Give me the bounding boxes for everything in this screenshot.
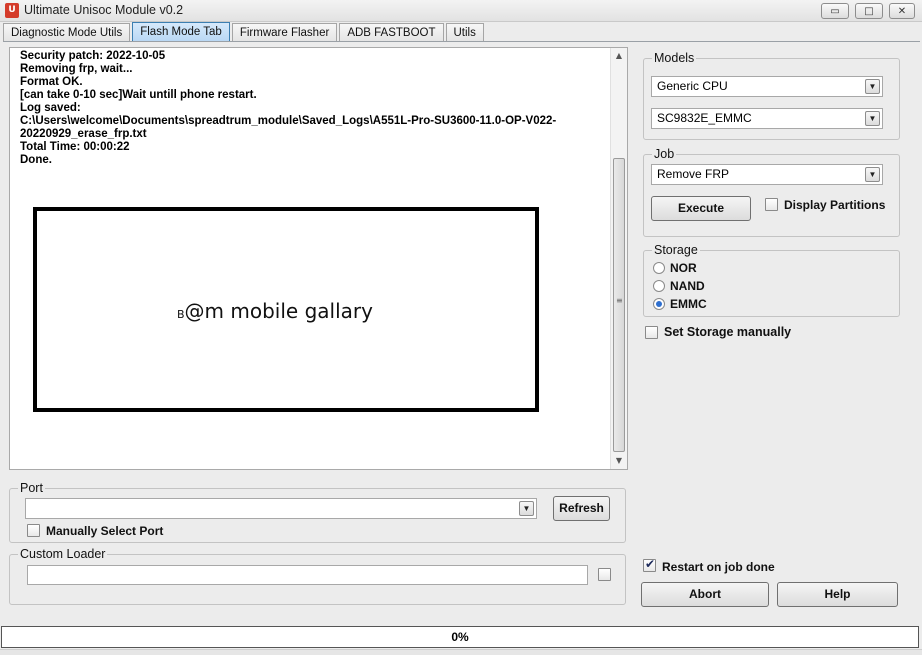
log-line: C:\Users\welcome\Documents\spreadtrum_mo…: [20, 115, 557, 127]
watermark-label: @m mobile gallary: [184, 299, 373, 323]
log-line: [can take 0-10 sec]Wait untill phone res…: [20, 89, 257, 101]
log-line: 20220929_erase_frp.txt: [20, 128, 147, 140]
log-line: Done.: [20, 154, 52, 166]
restart-on-job-done-label: Restart on job done: [662, 560, 775, 574]
job-select-value: Remove FRP: [657, 167, 730, 181]
models-legend: Models: [654, 51, 695, 65]
log-line: Log saved:: [20, 102, 81, 114]
watermark-box: B@m mobile gallary: [33, 207, 539, 412]
chevron-down-icon[interactable]: ▼: [519, 501, 534, 516]
log-text: Security patch: 2022-10-05 Removing frp,…: [20, 50, 556, 167]
tab-flash-mode[interactable]: Flash Mode Tab: [132, 22, 230, 42]
port-legend: Port: [20, 481, 43, 495]
custom-loader-input[interactable]: [27, 565, 588, 585]
tab-strip: Diagnostic Mode Utils Flash Mode Tab Fir…: [3, 22, 486, 42]
cpu-select[interactable]: Generic CPU ▼: [651, 76, 883, 97]
storage-label-nor: NOR: [670, 261, 697, 275]
custom-loader-legend: Custom Loader: [20, 547, 106, 561]
app-logo-icon: U: [5, 3, 19, 18]
storage-label-nand: NAND: [670, 279, 705, 293]
arrow-down-icon[interactable]: ▼: [611, 453, 627, 469]
tab-adb-fastboot[interactable]: ADB FASTBOOT: [339, 23, 444, 42]
job-legend: Job: [654, 147, 675, 161]
arrow-up-icon[interactable]: ▲: [611, 48, 627, 64]
display-partitions-checkbox[interactable]: [765, 198, 778, 211]
storage-radio-nand[interactable]: [653, 280, 665, 292]
chip-select[interactable]: SC9832E_EMMC ▼: [651, 108, 883, 129]
chip-select-value: SC9832E_EMMC: [657, 111, 752, 125]
set-storage-manually-checkbox[interactable]: [645, 326, 658, 339]
restart-on-job-done-checkbox[interactable]: [643, 557, 656, 572]
tab-diagnostic-mode-utils[interactable]: Diagnostic Mode Utils: [3, 23, 131, 42]
progress-text: 0%: [451, 630, 469, 644]
watermark-text: B@m mobile gallary: [177, 299, 373, 323]
refresh-button[interactable]: Refresh: [553, 496, 610, 521]
log-line: Format OK.: [20, 76, 83, 88]
log-line: Total Time: 00:00:22: [20, 141, 130, 153]
job-select[interactable]: Remove FRP ▼: [651, 164, 883, 185]
maximize-button[interactable]: □: [855, 3, 883, 19]
close-button[interactable]: ✕: [889, 3, 915, 19]
status-bar: [0, 649, 922, 655]
chevron-down-icon[interactable]: ▼: [865, 79, 880, 94]
job-group: Job: [643, 147, 900, 237]
storage-radio-emmc[interactable]: [653, 298, 665, 310]
watermark-prefix: B: [177, 308, 185, 321]
help-button[interactable]: Help: [777, 582, 898, 607]
manually-select-port-label: Manually Select Port: [46, 524, 164, 538]
display-partitions-label: Display Partitions: [784, 198, 886, 212]
chevron-down-icon[interactable]: ▼: [865, 167, 880, 182]
log-output[interactable]: Security patch: 2022-10-05 Removing frp,…: [9, 47, 628, 470]
title-bar: U Ultimate Unisoc Module v0.2 ▭ □ ✕: [0, 0, 922, 22]
cpu-select-value: Generic CPU: [657, 79, 728, 93]
manually-select-port-checkbox[interactable]: [27, 524, 40, 537]
abort-button[interactable]: Abort: [641, 582, 769, 607]
storage-radio-nor[interactable]: [653, 262, 665, 274]
chevron-down-icon[interactable]: ▼: [865, 111, 880, 126]
set-storage-manually-label: Set Storage manually: [664, 325, 792, 339]
tab-firmware-flasher[interactable]: Firmware Flasher: [231, 23, 338, 42]
progress-bar: 0%: [1, 626, 919, 648]
custom-loader-checkbox[interactable]: [598, 568, 611, 581]
execute-button[interactable]: Execute: [651, 196, 751, 221]
window-title: Ultimate Unisoc Module v0.2: [24, 3, 184, 17]
scroll-thumb[interactable]: ≡: [613, 158, 625, 452]
minimize-button[interactable]: ▭: [821, 3, 849, 19]
log-line: Removing frp, wait...: [20, 63, 133, 75]
tab-panel-border: [3, 41, 920, 42]
log-line: Security patch: 2022-10-05: [20, 50, 166, 62]
storage-legend: Storage: [654, 243, 698, 257]
log-scrollbar[interactable]: ▲ ≡ ▼: [610, 48, 627, 469]
port-select[interactable]: ▼: [25, 498, 537, 519]
storage-label-emmc: EMMC: [670, 297, 707, 311]
grip-icon: ≡: [616, 296, 623, 305]
tab-utils[interactable]: Utils: [445, 23, 484, 42]
